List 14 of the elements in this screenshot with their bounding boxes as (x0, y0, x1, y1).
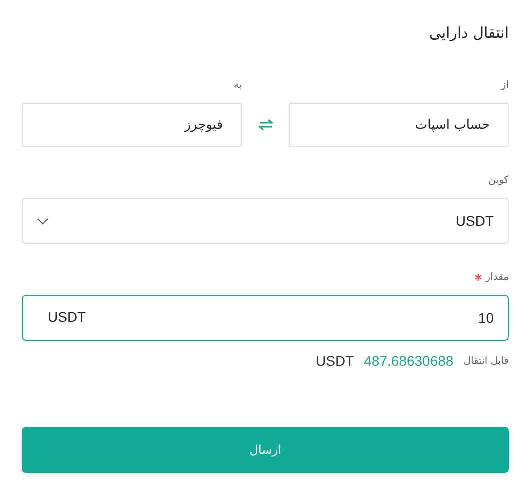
coin-dropdown[interactable]: USDT (22, 198, 509, 244)
amount-label: مقدار (486, 272, 509, 283)
available-label: قابل انتقال (464, 356, 509, 366)
unit-label: USDT (48, 309, 86, 325)
swap-icon[interactable] (258, 119, 272, 131)
dialog-title: انتقال دارایی (429, 24, 509, 42)
available-amount: 487.68630688 (364, 353, 454, 369)
coin-label: کوین (488, 175, 509, 186)
from-account-field[interactable]: حساب اسپات (288, 103, 509, 147)
from-label: از (501, 80, 509, 91)
to-label: به (234, 80, 242, 91)
chevron-down-icon (37, 218, 49, 224)
unit-label: USDT (316, 353, 354, 369)
to-account-field[interactable]: فیوچرز (22, 103, 242, 147)
